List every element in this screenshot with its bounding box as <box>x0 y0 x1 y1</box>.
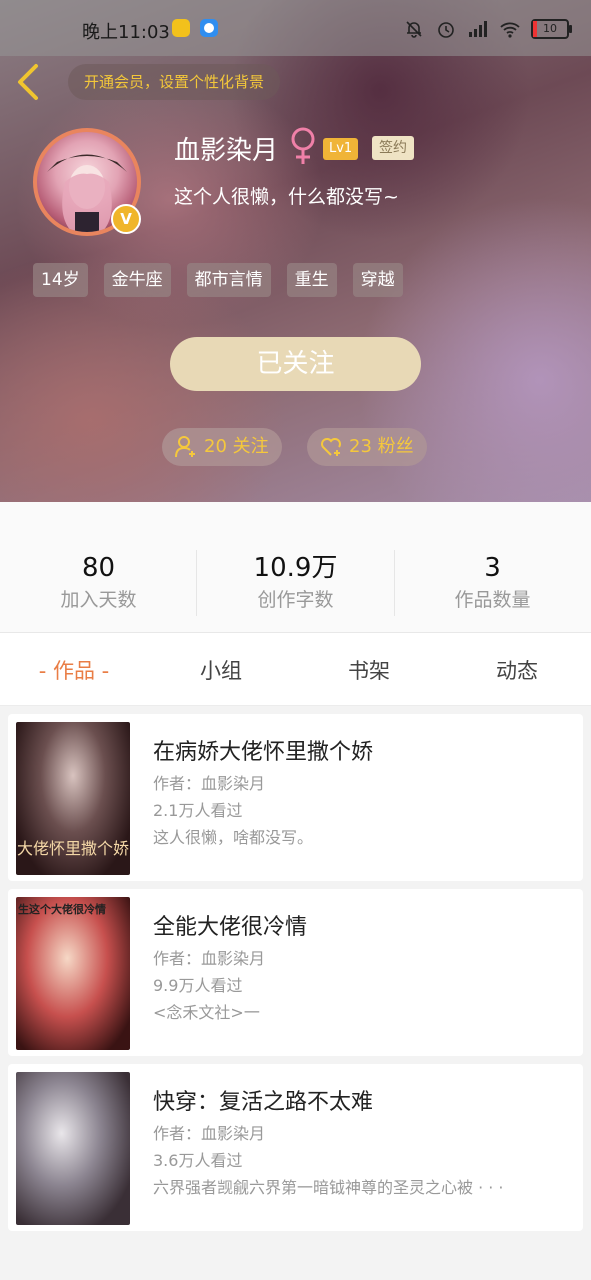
works-list: 大佬怀里撒个娇 在病娇大佬怀里撒个娇 作者：血影染月 2.1万人看过 这人很懒，… <box>8 714 583 1239</box>
app-notification-icon-2 <box>200 19 218 37</box>
tab-groups[interactable]: 小组 <box>151 655 291 685</box>
book-cover: 生这个大佬很冷情 <box>16 897 130 1050</box>
tag-list: 14岁 金牛座 都市言情 重生 穿越 <box>33 263 419 297</box>
level-badge: Lv1 <box>323 138 359 160</box>
heart-add-icon <box>321 438 341 456</box>
work-description: 六界强者觊觎六界第一暗钺神尊的圣灵之心被 · · · <box>153 1178 504 1197</box>
stat-label: 作品数量 <box>454 589 531 611</box>
mute-bell-icon <box>403 19 425 39</box>
following-button[interactable]: 20 关注 <box>162 428 282 466</box>
status-time: 晚上11:03 <box>82 22 170 43</box>
tab-activity[interactable]: 动态 <box>447 655 587 685</box>
back-button[interactable] <box>12 62 46 102</box>
stat-word-count: 10.9万 创作字数 <box>197 552 394 616</box>
work-views: 9.9万人看过 <box>153 976 243 995</box>
work-title: 快穿：复活之路不太难 <box>153 1090 374 1115</box>
signal-icon <box>467 19 489 39</box>
work-title: 全能大佬很冷情 <box>153 915 308 940</box>
profile-header: 晚上11:03 10 开通会员，设置个性化背景 V 血影染月 Lv1 签约 这个… <box>0 0 591 502</box>
tag-zodiac: 金牛座 <box>103 263 171 297</box>
work-views: 2.1万人看过 <box>153 801 243 820</box>
status-icons: 10 <box>403 18 572 40</box>
stats-panel: 80 加入天数 10.9万 创作字数 3 作品数量 <box>0 502 591 633</box>
stat-join-days: 80 加入天数 <box>0 552 197 616</box>
book-cover <box>16 1072 130 1225</box>
signed-badge: 签约 <box>372 136 414 160</box>
fans-count: 23 粉丝 <box>349 436 414 457</box>
battery-icon: 10 <box>531 19 572 39</box>
username: 血影染月 <box>174 136 279 166</box>
bio-text: 这个人很懒，什么都没写~ <box>174 186 399 208</box>
stat-value: 80 <box>81 553 116 583</box>
work-card[interactable]: 快穿：复活之路不太难 作者：血影染月 3.6万人看过 六界强者觊觎六界第一暗钺神… <box>8 1064 583 1231</box>
cover-title: 大佬怀里撒个娇 <box>16 839 129 858</box>
tag-time-travel: 穿越 <box>352 263 403 297</box>
person-add-icon <box>175 436 195 458</box>
avatar[interactable]: V <box>33 128 141 236</box>
tab-bookshelf[interactable]: 书架 <box>299 655 439 685</box>
tab-works[interactable]: - 作品 - <box>4 655 144 685</box>
tag-genre: 都市言情 <box>186 263 271 297</box>
stat-label: 创作字数 <box>257 589 334 611</box>
profile-tabs: - 作品 - 小组 书架 动态 <box>0 633 591 706</box>
work-description: <念禾文社>一 <box>153 1003 260 1022</box>
work-card[interactable]: 生这个大佬很冷情 全能大佬很冷情 作者：血影染月 9.9万人看过 <念禾文社>一 <box>8 889 583 1056</box>
cover-title: 生这个大佬很冷情 <box>18 903 106 916</box>
stat-value: 10.9万 <box>253 553 338 583</box>
status-bar: 晚上11:03 10 <box>0 0 591 56</box>
work-author: 作者：血影染月 <box>153 949 266 968</box>
work-card[interactable]: 大佬怀里撒个娇 在病娇大佬怀里撒个娇 作者：血影染月 2.1万人看过 这人很懒，… <box>8 714 583 881</box>
tag-rebirth: 重生 <box>286 263 337 297</box>
stat-label: 加入天数 <box>60 589 137 611</box>
app-notification-icon <box>172 19 190 37</box>
tag-age: 14岁 <box>33 263 88 297</box>
stat-value: 3 <box>484 553 501 583</box>
book-cover: 大佬怀里撒个娇 <box>16 722 130 875</box>
wifi-icon <box>499 19 521 39</box>
following-count: 20 关注 <box>204 436 269 457</box>
follow-button[interactable]: 已关注 <box>170 337 421 391</box>
work-title: 在病娇大佬怀里撒个娇 <box>153 740 374 765</box>
stat-works-count: 3 作品数量 <box>394 552 591 616</box>
female-icon <box>288 126 318 166</box>
fans-button[interactable]: 23 粉丝 <box>307 428 427 466</box>
work-author: 作者：血影染月 <box>153 774 266 793</box>
work-views: 3.6万人看过 <box>153 1151 243 1170</box>
work-author: 作者：血影染月 <box>153 1124 266 1143</box>
alarm-icon <box>435 19 457 39</box>
work-description: 这人很懒，啥都没写。 <box>153 828 314 847</box>
vip-background-banner[interactable]: 开通会员，设置个性化背景 <box>68 64 281 100</box>
verified-badge: V <box>111 204 141 234</box>
